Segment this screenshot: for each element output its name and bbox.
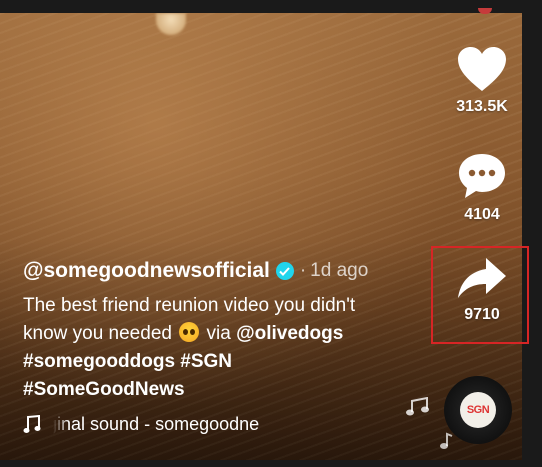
hashtags-line-2[interactable]: #SomeGoodNews — [23, 376, 423, 404]
handle-row: @somegoodnewsofficial · 1d ago — [23, 256, 423, 286]
like-button[interactable]: 313.5K — [447, 46, 517, 116]
heart-icon — [458, 47, 506, 91]
separator: · — [299, 260, 307, 281]
sound-name: original sound - somegoodne — [53, 414, 260, 434]
music-note-icon — [440, 432, 453, 449]
bottom-border — [0, 460, 542, 467]
sound-row[interactable]: original sound - somegoodne — [23, 414, 315, 435]
comment-count: 4104 — [464, 206, 500, 223]
pleading-face-emoji — [179, 322, 200, 342]
share-highlight-box — [431, 246, 529, 344]
right-border — [522, 0, 542, 467]
mention-link[interactable]: @olivedogs — [236, 323, 343, 344]
disc-logo: SGN — [460, 392, 496, 428]
comment-button[interactable]: 4104 — [447, 152, 517, 224]
top-border — [0, 0, 542, 13]
sound-disc[interactable]: SGN — [444, 376, 512, 444]
post-time: 1d ago — [310, 260, 369, 281]
music-note-icon — [406, 397, 429, 416]
author-handle[interactable]: @somegoodnewsofficial — [23, 259, 270, 283]
verified-icon — [275, 262, 294, 280]
like-count: 313.5K — [456, 98, 508, 115]
hashtags-line-1[interactable]: #somegooddogs #SGN — [23, 348, 423, 376]
caption-block: @somegoodnewsofficial · 1d ago The best … — [23, 256, 423, 404]
comment-icon — [459, 154, 505, 198]
description-line-2: know you needed via @olivedogs — [23, 322, 344, 344]
music-note-icon — [23, 414, 41, 433]
description-line-1: The best friend reunion video you didn't — [23, 295, 356, 316]
post-description: The best friend reunion video you didn't… — [23, 292, 423, 404]
